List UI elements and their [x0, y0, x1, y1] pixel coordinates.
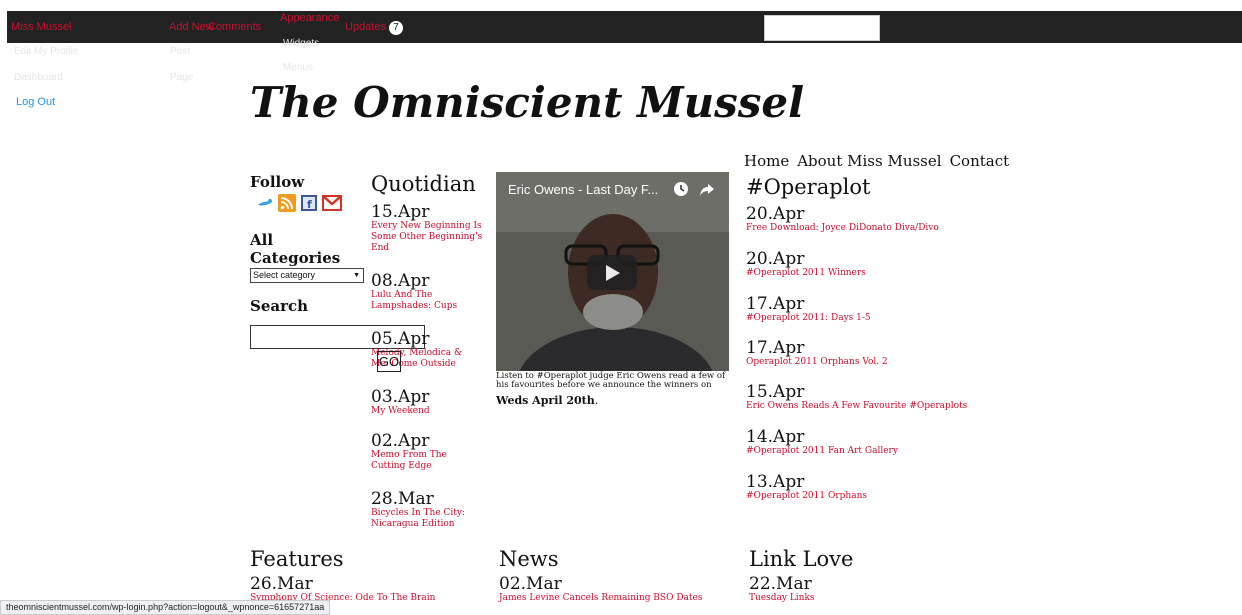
select-arrow-icon: ▼ [353, 272, 360, 279]
dashboard-link[interactable]: Dashboard [14, 72, 63, 83]
quotidian-post: 28.Mar Bicycles In The City: Nicaragua E… [371, 490, 481, 530]
features-heading: Features [250, 547, 344, 571]
category-select-value: Select category [253, 270, 316, 280]
new-post-link[interactable]: Post [170, 46, 190, 57]
video-caption: Listen to #Operaplot judge Eric Owens re… [496, 371, 726, 390]
post-title-link[interactable]: Lulu And The Lampshades: Cups [371, 290, 461, 312]
admin-search-input[interactable] [764, 15, 880, 41]
search-go-button[interactable]: GO [377, 351, 401, 372]
post-title-link[interactable]: #Operaplot 2011 Fan Art Gallery [746, 446, 898, 457]
rss-icon[interactable] [278, 194, 296, 212]
updates-count-badge: 7 [388, 21, 403, 35]
svg-text:f: f [307, 198, 312, 211]
gmail-icon[interactable] [322, 194, 342, 212]
post-title-link[interactable]: Eric Owens Reads A Few Favourite #Operap… [746, 401, 967, 412]
quotidian-post: 02.Apr Memo From The Cutting Edge [371, 432, 461, 472]
video-title[interactable]: Eric Owens - Last Day F... [508, 182, 658, 197]
post-date: 13.Apr [746, 472, 805, 492]
post-title-link[interactable]: #Operaplot 2011: Days 1-5 [746, 313, 871, 324]
post-date: 03.Apr [371, 387, 430, 407]
facebook-icon[interactable]: f [300, 194, 318, 212]
categories-heading: All Categories [250, 231, 341, 267]
admin-bar: Miss Mussel Add New Comments Appearance … [7, 11, 1242, 43]
quotidian-post: 15.Apr Every New Beginning Is Some Other… [371, 203, 491, 254]
updates-label: Updates [345, 21, 386, 33]
post-date: 22.Mar [749, 574, 812, 594]
quotidian-post: 08.Apr Lulu And The Lampshades: Cups [371, 272, 461, 312]
post-title-link[interactable]: Tuesday Links [749, 593, 815, 604]
nav-about[interactable]: About Miss Mussel [797, 152, 941, 170]
post-title-link[interactable]: Every New Beginning Is Some Other Beginn… [371, 221, 491, 254]
social-icons: f [256, 194, 342, 212]
post-title-link[interactable]: Bicycles In The City: Nicaragua Edition [371, 508, 481, 530]
updates-link[interactable]: Updates 7 [345, 21, 403, 35]
post-title-link[interactable]: James Levine Cancels Remaining BSO Dates [499, 593, 702, 604]
admin-site-name-link[interactable]: Miss Mussel [11, 21, 72, 33]
post-date: 17.Apr [746, 338, 805, 358]
new-page-link[interactable]: Page [170, 72, 193, 83]
nav-contact[interactable]: Contact [950, 152, 1010, 170]
video-caption-date: Weds April 20th. [496, 394, 598, 407]
operaplot-heading: #Operaplot [746, 175, 871, 199]
follow-heading: Follow [250, 173, 305, 191]
edit-profile-link[interactable]: Edit My Profile [14, 46, 78, 57]
post-date: 02.Apr [371, 431, 430, 451]
post-date: 28.Mar [371, 489, 434, 509]
category-select[interactable]: Select category ▼ [250, 268, 364, 283]
widgets-link[interactable]: Widgets [283, 38, 319, 49]
post-date: 20.Apr [746, 204, 805, 224]
post-title-link[interactable]: My Weekend [371, 406, 471, 417]
video-caption-strong: Weds April 20th [496, 394, 595, 407]
post-date: 20.Apr [746, 249, 805, 269]
operaplot-post: 17.Apr Operaplot 2011 Orphans Vol. 2 [746, 339, 888, 368]
post-date: 15.Apr [371, 202, 430, 222]
log-out-link[interactable]: Log Out [16, 96, 55, 108]
twitter-icon[interactable] [256, 194, 274, 212]
post-date: 05.Apr [371, 329, 430, 349]
add-new-link[interactable]: Add New [169, 21, 214, 33]
comments-link[interactable]: Comments [208, 21, 261, 33]
post-title-link[interactable]: Free Download: Joyce DiDonato Diva/Divo [746, 223, 939, 234]
operaplot-post: 20.Apr Free Download: Joyce DiDonato Div… [746, 205, 939, 234]
news-heading: News [499, 547, 559, 571]
site-title[interactable]: The Omniscient Mussel [250, 78, 804, 127]
quotidian-post: 03.Apr My Weekend [371, 388, 471, 417]
search-heading: Search [250, 297, 309, 315]
post-date: 14.Apr [746, 427, 805, 447]
post-date: 26.Mar [250, 574, 313, 594]
post-title-link[interactable]: Operaplot 2011 Orphans Vol. 2 [746, 357, 888, 368]
post-date: 17.Apr [746, 294, 805, 314]
operaplot-post: 17.Apr #Operaplot 2011: Days 1-5 [746, 295, 871, 324]
operaplot-post: 15.Apr Eric Owens Reads A Few Favourite … [746, 383, 967, 412]
post-date: 02.Mar [499, 574, 562, 594]
linklove-post: 22.Mar Tuesday Links [749, 575, 815, 604]
post-date: 08.Apr [371, 271, 430, 291]
video-embed[interactable]: Eric Owens - Last Day F... [496, 172, 729, 371]
menus-link[interactable]: Menus [283, 62, 313, 73]
post-title-link[interactable]: Memo From The Cutting Edge [371, 450, 461, 472]
news-post: 02.Mar James Levine Cancels Remaining BS… [499, 575, 702, 604]
video-caption-end: . [594, 394, 599, 407]
operaplot-post: 20.Apr #Operaplot 2011 Winners [746, 250, 866, 279]
post-title-link[interactable]: #Operaplot 2011 Winners [746, 268, 866, 279]
nav-home[interactable]: Home [744, 152, 789, 170]
play-button[interactable] [587, 255, 637, 290]
quotidian-heading: Quotidian [371, 172, 476, 196]
share-icon[interactable] [699, 182, 715, 201]
clock-icon[interactable] [673, 181, 689, 201]
main-nav: Home About Miss Mussel Contact [744, 152, 1017, 170]
operaplot-post: 13.Apr #Operaplot 2011 Orphans [746, 473, 867, 502]
operaplot-post: 14.Apr #Operaplot 2011 Fan Art Gallery [746, 428, 898, 457]
linklove-heading: Link Love [749, 547, 854, 571]
appearance-link[interactable]: Appearance [280, 12, 339, 24]
post-title-link[interactable]: #Operaplot 2011 Orphans [746, 491, 867, 502]
post-date: 15.Apr [746, 382, 805, 402]
